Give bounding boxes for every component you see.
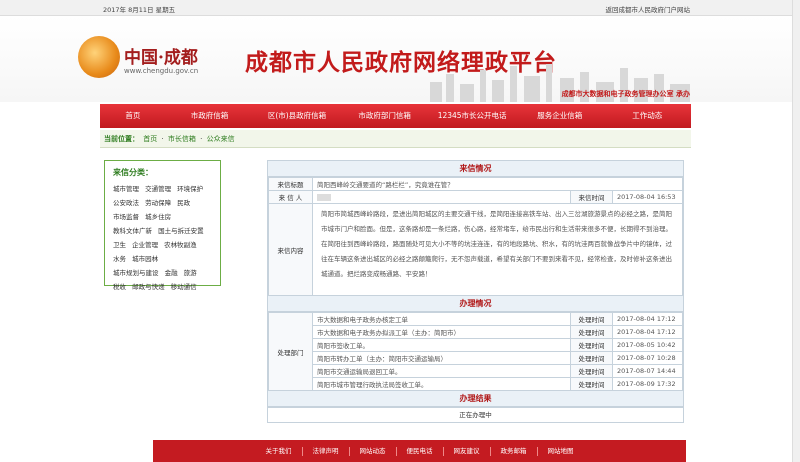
category-item[interactable]: 农林牧副渔 (164, 241, 197, 249)
footer-bar: 关于我们 法律声明 网站动态 便民电话 网友建议 政务邮箱 网站地图 (153, 440, 686, 462)
sender-label: 来 信 人 (268, 190, 313, 204)
category-item[interactable]: 公安政法 (113, 199, 139, 207)
handling-table: 处理部门 市大数据和电子政务办核定工单 处理时间 2017-08-04 17:12 市大… (268, 312, 683, 391)
handling-time-label: 处理时间 (570, 351, 613, 365)
handling-step: 简阳市交通运输局退回工单。 (312, 364, 571, 378)
breadcrumb-mayor-mailbox[interactable]: 市长信箱 (168, 135, 196, 143)
current-date: 2017年 8月11日 星期五 (103, 6, 176, 14)
handling-time-label: 处理时间 (570, 364, 613, 378)
letter-detail: 来信情况 来信标题 简阳西峰岭交通要道的“路栏栏”，究竟谁在管？ 来 信 人 来… (267, 160, 684, 423)
category-item[interactable]: 交通管理 (145, 185, 171, 193)
handling-time: 2017-08-04 17:12 (612, 312, 683, 326)
handling-time-label: 处理时间 (570, 377, 613, 391)
footer-link[interactable]: 网友建议 (444, 446, 491, 456)
breadcrumb-public-letters[interactable]: 公众来信 (207, 135, 235, 143)
category-item[interactable]: 环境保护 (177, 185, 203, 193)
nav-enterprise-mailbox[interactable]: 服务企业信箱 (516, 104, 604, 128)
category-item[interactable]: 移动通信 (171, 283, 197, 291)
nav-hotline[interactable]: 12345市长公开电话 (428, 104, 516, 128)
header-banner: 中国·成都 www.chengdu.gov.cn 成都市人民政府网络理政平台 成… (0, 16, 800, 102)
breadcrumb-label: 当前位置： (104, 135, 139, 143)
letter-table: 来信标题 简阳西峰岭交通要道的“路栏栏”，究竟谁在管？ 来 信 人 来信时间 2… (268, 177, 683, 296)
handling-time-label: 处理时间 (570, 312, 613, 326)
logo-url: www.chengdu.gov.cn (124, 67, 199, 75)
result-status: 正在办理中 (268, 407, 683, 422)
category-title: 来信分类： (113, 168, 153, 177)
category-item[interactable]: 市场监督 (113, 213, 139, 221)
handling-section-title: 办理情况 (268, 296, 683, 312)
nav-city-gov-mailbox[interactable]: 市政府信箱 (166, 104, 254, 128)
footer-link[interactable]: 便民电话 (397, 446, 444, 456)
handling-time-label: 处理时间 (570, 338, 613, 352)
category-item[interactable]: 金融 (165, 269, 178, 277)
nav-district-gov-mailbox[interactable]: 区(市)县政府信箱 (253, 104, 341, 128)
category-item[interactable]: 教科文体广新 (113, 227, 152, 235)
category-item[interactable]: 城乡住房 (145, 213, 171, 221)
category-item[interactable]: 旅游 (184, 269, 197, 277)
chengdu-logo-icon[interactable] (78, 36, 120, 78)
footer-link[interactable]: 网站地图 (538, 447, 584, 456)
result-section-title: 办理结果 (268, 391, 683, 407)
category-item[interactable]: 城市管理 (113, 185, 139, 193)
category-item[interactable]: 税收 (113, 283, 126, 291)
breadcrumb-home[interactable]: 首页 (143, 135, 157, 143)
letter-time-label: 来信时间 (570, 190, 613, 204)
footer-link[interactable]: 关于我们 (256, 446, 303, 456)
category-item[interactable]: 水务 (113, 255, 126, 263)
category-item[interactable]: 卫生 (113, 241, 126, 249)
footer-link[interactable]: 政务邮箱 (491, 446, 538, 456)
letter-content: 简阳市简城西峰岭路段，是进出简阳城区的主要交通干线，是简阳连接高铁车站、出入三岔… (321, 210, 672, 278)
handling-time: 2017-08-04 17:12 (612, 325, 683, 339)
category-panel: 来信分类： 城市管理 交通管理 环境保护 公安政法 劳动保障 民政 市场监督 城… (104, 160, 221, 291)
logo-text[interactable]: 中国·成都 (124, 43, 198, 68)
handling-time-label: 处理时间 (570, 325, 613, 339)
handling-time: 2017-08-07 10:28 (612, 351, 683, 365)
nav-work-news[interactable]: 工作动态 (603, 104, 691, 128)
category-list: 城市管理 交通管理 环境保护 公安政法 劳动保障 民政 市场监督 城乡住房 教科… (113, 182, 212, 294)
dept-label: 处理部门 (268, 312, 313, 391)
letter-content-cell: 简阳市简城西峰岭路段，是进出简阳城区的主要交通干线，是简阳连接高铁车站、出入三岔… (312, 203, 683, 296)
footer-link[interactable]: 法律声明 (303, 446, 350, 456)
sponsor-text: 成都市大数据和电子政务管理办公室 承办 (561, 90, 690, 98)
scrollbar[interactable] (792, 0, 800, 462)
handling-row: 简阳市城市管理行政执法局签收工单。 处理时间 2017-08-09 17:32 (269, 377, 683, 391)
handling-step: 市大数据和电子政务办拟派工单（主办：简阳市） (312, 325, 571, 339)
top-bar: 2017年 8月11日 星期五 返回成都市人民政府门户网站 (0, 0, 800, 16)
portal-link[interactable]: 返回成都市人民政府门户网站 (606, 4, 691, 14)
category-item[interactable]: 城市规划与建设 (113, 269, 159, 277)
category-item[interactable]: 企业管理 (132, 241, 158, 249)
handling-row: 市大数据和电子政务办拟派工单（主办：简阳市） 处理时间 2017-08-04 17:… (269, 325, 683, 339)
nav-dept-mailbox[interactable]: 市政府部门信箱 (341, 104, 429, 128)
main-nav: 首页 市政府信箱 区(市)县政府信箱 市政府部门信箱 12345市长公开电话 服… (100, 104, 691, 128)
footer-link[interactable]: 网站动态 (350, 446, 397, 456)
handling-row: 简阳市交通运输局退回工单。 处理时间 2017-08-07 14:44 (269, 364, 683, 378)
subject-label: 来信标题 (268, 177, 313, 191)
handling-time: 2017-08-09 17:32 (612, 377, 683, 391)
handling-time: 2017-08-07 14:44 (612, 364, 683, 378)
handling-step: 简阳市城市管理行政执法局签收工单。 (312, 377, 571, 391)
letter-sender (312, 190, 571, 204)
nav-home[interactable]: 首页 (100, 104, 166, 128)
handling-step: 简阳市转办工单（主办：简阳市交通运输局） (312, 351, 571, 365)
category-item[interactable]: 国土与拆迁安置 (158, 227, 204, 235)
handling-step: 市大数据和电子政务办核定工单 (312, 312, 571, 326)
category-item[interactable]: 民政 (177, 199, 190, 207)
handling-time: 2017-08-05 10:42 (612, 338, 683, 352)
handling-row: 简阳市转办工单（主办：简阳市交通运输局） 处理时间 2017-08-07 10:28 (269, 351, 683, 365)
letter-section-title: 来信情况 (268, 161, 683, 177)
handling-row: 简阳市签收工单。 处理时间 2017-08-05 10:42 (269, 338, 683, 352)
handling-row: 处理部门 市大数据和电子政务办核定工单 处理时间 2017-08-04 17:12 (268, 312, 683, 391)
letter-time: 2017-08-04 16:53 (612, 190, 683, 204)
category-item[interactable]: 劳动保障 (145, 199, 171, 207)
content-label: 来信内容 (268, 203, 313, 296)
breadcrumb: 当前位置： 首页 · 市长信箱 · 公众来信 (100, 130, 691, 148)
letter-subject: 简阳西峰岭交通要道的“路栏栏”，究竟谁在管？ (312, 177, 683, 191)
handling-step: 简阳市签收工单。 (312, 338, 571, 352)
category-item[interactable]: 城市园林 (132, 255, 158, 263)
category-item[interactable]: 邮政与快递 (132, 283, 165, 291)
